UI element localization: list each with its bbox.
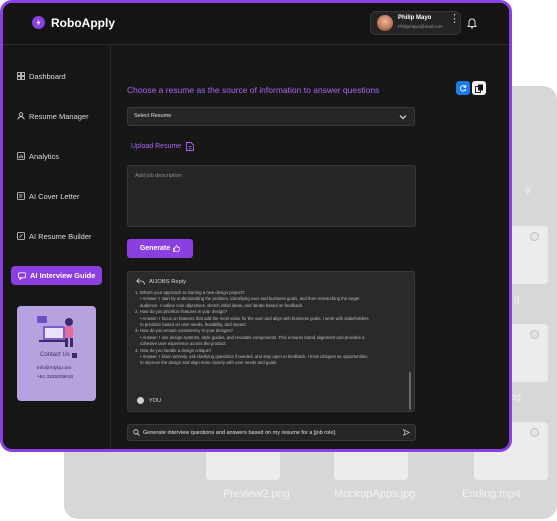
sidebar-item-label: AI Interview Guide <box>30 271 96 280</box>
resume-select-value: Select Resume <box>134 113 172 119</box>
analytics-icon <box>17 152 25 160</box>
chat-icon <box>18 271 26 280</box>
refresh-icon <box>460 85 467 92</box>
contact-phone[interactable]: +91 3335209610 <box>37 375 73 380</box>
resume-select[interactable]: Select Resume <box>127 107 415 126</box>
top-bar: RoboApply Philip Mayo Philipmayo@mail.co… <box>3 3 509 45</box>
select-checkbox[interactable] <box>530 330 539 339</box>
sidebar-item-ai-resume-builder[interactable]: AI Resume Builder <box>17 228 92 244</box>
job-description-placeholder: Add job description <box>135 173 182 179</box>
sidebar-item-ai-cover-letter[interactable]: AI Cover Letter <box>17 188 79 204</box>
upload-file-icon <box>186 142 195 151</box>
bell-icon[interactable] <box>467 16 477 34</box>
reply-line: to improve the design and align more clo… <box>140 360 278 366</box>
resume-builder-icon <box>17 232 25 240</box>
sidebar-item-label: Analytics <box>29 151 60 161</box>
contact-us-label[interactable]: Contact Us <box>40 352 77 358</box>
upload-resume-link[interactable]: Upload Resume <box>131 142 195 151</box>
search-icon <box>133 429 140 436</box>
reply-header: AIJOBS Reply <box>136 278 186 285</box>
send-icon[interactable] <box>403 429 410 436</box>
app-name: RoboApply <box>51 16 115 30</box>
contact-email[interactable]: info@mlybj.com <box>37 366 71 371</box>
app-window: RoboApply Philip Mayo Philipmayo@mail.co… <box>0 0 512 452</box>
sidebar: Dashboard Resume Manager Analytics AI Co… <box>3 45 111 449</box>
sidebar-item-ai-interview-guide[interactable]: AI Interview Guide <box>11 266 102 285</box>
background-ghost-icon: ⊽ <box>524 186 532 197</box>
reply-scrollbar[interactable] <box>409 372 411 410</box>
page-heading: Choose a resume as the source of informa… <box>127 85 380 95</box>
sidebar-item-resume-manager[interactable]: Resume Manager <box>17 108 89 124</box>
thumbs-up-icon <box>173 245 181 252</box>
contact-us-text: Contact Us <box>40 352 70 358</box>
file-caption-partial: g <box>514 294 520 305</box>
file-name-preview2: Preview2.png <box>223 488 290 500</box>
user-name: Philip Mayo <box>398 15 432 21</box>
chevron-down-icon <box>399 115 407 120</box>
select-checkbox[interactable] <box>530 232 539 241</box>
generate-button[interactable]: Generate <box>127 239 193 258</box>
job-description-input[interactable]: Add job description <box>127 165 416 227</box>
support-agent-illustration <box>37 316 73 347</box>
you-label-row: YOU <box>137 397 161 404</box>
document-icon <box>17 192 25 200</box>
prompt-text: Generate interview questions and answers… <box>143 430 337 436</box>
reply-arrow-icon <box>136 278 145 285</box>
generate-label: Generate <box>139 245 171 252</box>
refresh-button[interactable] <box>456 81 470 95</box>
file-name-ending: Ending.mp4 <box>462 488 521 500</box>
upload-resume-label: Upload Resume <box>131 143 182 150</box>
user-email: Philipmayo@mail.com <box>398 24 443 29</box>
user-icon <box>17 112 25 120</box>
file-name-mockupapps: MockupApps.jpg <box>334 488 416 500</box>
logo-icon <box>32 16 45 29</box>
user-menu[interactable]: Philip Mayo Philipmayo@mail.com <box>370 11 461 35</box>
sidebar-item-dashboard[interactable]: Dashboard <box>17 68 66 84</box>
user-avatar-icon <box>137 397 144 404</box>
you-label: YOU <box>149 397 161 404</box>
reply-title: AIJOBS Reply <box>149 278 187 285</box>
avatar <box>377 15 393 31</box>
sidebar-item-label: AI Resume Builder <box>29 231 92 241</box>
sidebar-item-label: Resume Manager <box>29 111 89 121</box>
ai-reply-panel[interactable]: AIJOBS Reply 1. What's your approach to … <box>127 271 415 412</box>
dashboard-icon <box>17 72 25 80</box>
sidebar-item-analytics[interactable]: Analytics <box>17 148 59 164</box>
more-options-icon[interactable]: ⋮ <box>449 14 460 25</box>
contact-promo-card: Contact Us info@mlybj.com +91 3335209610 <box>17 306 96 401</box>
reply-content: 1. What's your approach to starting a ne… <box>135 290 405 367</box>
select-checkbox[interactable] <box>530 428 539 437</box>
copy-icon <box>474 84 483 93</box>
copy-button[interactable] <box>472 81 486 95</box>
contact-icon <box>71 352 77 358</box>
sidebar-item-label: Dashboard <box>29 71 66 81</box>
sidebar-item-label: AI Cover Letter <box>29 191 80 201</box>
prompt-input[interactable]: Generate interview questions and answers… <box>127 424 416 441</box>
